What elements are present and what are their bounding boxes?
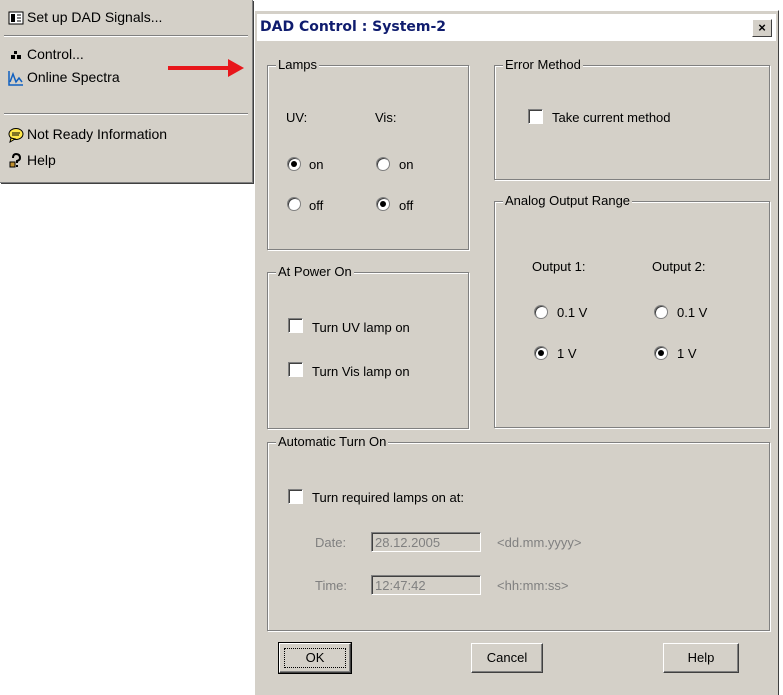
- at-power-on-group: At Power On Turn UV lamp on Turn Vis lam…: [267, 264, 469, 429]
- menu-item-label: Control...: [27, 46, 84, 62]
- automatic-turn-on-group-title: Automatic Turn On: [276, 434, 389, 450]
- vis-off-radio[interactable]: [376, 197, 390, 211]
- date-format-hint: <dd.mm.yyyy>: [497, 535, 582, 550]
- output2-1v-radio[interactable]: [654, 346, 668, 360]
- take-current-method-label[interactable]: Take current method: [552, 110, 671, 126]
- analog-output-range-group: Analog Output Range Output 1: Output 2: …: [494, 193, 770, 428]
- turn-required-lamps-label[interactable]: Turn required lamps on at:: [312, 490, 464, 506]
- turn-vis-lamp-on-label[interactable]: Turn Vis lamp on: [312, 364, 410, 380]
- lamps-group-title: Lamps: [276, 57, 320, 73]
- date-label: Date:: [315, 535, 347, 550]
- output1-label: Output 1:: [532, 259, 586, 274]
- uv-on-label[interactable]: on: [309, 157, 323, 173]
- menu-item-not-ready-information[interactable]: Not Ready Information: [8, 122, 167, 146]
- time-field[interactable]: 12:47:42: [371, 575, 481, 595]
- uv-off-radio[interactable]: [287, 197, 301, 211]
- help-button[interactable]: Help: [663, 643, 739, 673]
- dad-control-dialog: DAD Control : System-2 × Lamps UV: Vis: …: [254, 10, 779, 695]
- error-method-group-title: Error Method: [503, 57, 583, 73]
- output2-label: Output 2:: [652, 259, 706, 274]
- context-menu: Set up DAD Signals... Control... Online …: [0, 0, 253, 183]
- time-label: Time:: [315, 578, 348, 593]
- menu-item-help[interactable]: Help: [8, 148, 56, 172]
- menu-item-label: Help: [27, 152, 56, 168]
- ok-button[interactable]: OK: [278, 642, 352, 674]
- menu-item-online-spectra[interactable]: Online Spectra: [8, 65, 120, 89]
- output2-1v-label[interactable]: 1 V: [677, 346, 697, 362]
- turn-uv-lamp-on-label[interactable]: Turn UV lamp on: [312, 320, 410, 336]
- vis-on-radio[interactable]: [376, 157, 390, 171]
- vis-on-label[interactable]: on: [399, 157, 413, 173]
- dialog-title: DAD Control : System-2: [260, 19, 447, 35]
- cancel-button[interactable]: Cancel: [471, 643, 543, 673]
- output1-0.1v-radio[interactable]: [534, 305, 548, 319]
- menu-item-control[interactable]: Control...: [8, 42, 84, 66]
- dialog-titlebar[interactable]: DAD Control : System-2 ×: [257, 14, 776, 41]
- close-button[interactable]: ×: [752, 19, 772, 37]
- help-icon: [8, 152, 24, 168]
- take-current-method-checkbox[interactable]: [528, 109, 543, 124]
- date-field[interactable]: 28.12.2005: [371, 532, 481, 552]
- uv-label: UV:: [286, 110, 308, 125]
- uv-on-radio[interactable]: [287, 157, 301, 171]
- at-power-on-group-title: At Power On: [276, 264, 354, 280]
- time-format-hint: <hh:mm:ss>: [497, 578, 569, 593]
- turn-vis-lamp-on-checkbox[interactable]: [288, 362, 303, 377]
- menu-separator: [4, 35, 248, 37]
- output1-1v-radio[interactable]: [534, 346, 548, 360]
- menu-item-label: Not Ready Information: [27, 126, 168, 142]
- error-method-group: Error Method Take current method: [494, 57, 770, 180]
- time-value: 12:47:42: [375, 578, 426, 593]
- spectra-icon: [8, 69, 24, 86]
- turn-required-lamps-checkbox[interactable]: [288, 489, 303, 504]
- menu-item-label: Online Spectra: [27, 69, 120, 85]
- pointer-arrow-shaft: [168, 66, 230, 70]
- menu-item-label: Set up DAD Signals...: [27, 9, 163, 25]
- help-button-label: Help: [687, 650, 715, 665]
- output2-0.1v-radio[interactable]: [654, 305, 668, 319]
- ok-focus-rect: [284, 648, 346, 668]
- output2-0.1v-label[interactable]: 0.1 V: [677, 305, 707, 321]
- output1-0.1v-label[interactable]: 0.1 V: [557, 305, 587, 321]
- menu-separator: [4, 113, 248, 115]
- close-icon: ×: [758, 20, 766, 35]
- info-bubble-icon: [8, 126, 24, 144]
- output1-1v-label[interactable]: 1 V: [557, 346, 577, 362]
- automatic-turn-on-group: Automatic Turn On Turn required lamps on…: [267, 434, 770, 631]
- signals-icon: [8, 9, 24, 25]
- menu-item-setup-dad-signals[interactable]: Set up DAD Signals...: [8, 5, 162, 29]
- lamps-group: Lamps UV: Vis: on on off off: [267, 57, 469, 250]
- date-value: 28.12.2005: [375, 535, 441, 550]
- vis-label: Vis:: [375, 110, 397, 125]
- vis-off-label[interactable]: off: [399, 198, 413, 214]
- uv-off-label[interactable]: off: [309, 198, 323, 214]
- cancel-button-label: Cancel: [486, 650, 528, 665]
- turn-uv-lamp-on-checkbox[interactable]: [288, 318, 303, 333]
- control-icon: [8, 46, 24, 62]
- pointer-arrow-head: [228, 59, 244, 77]
- analog-output-range-group-title: Analog Output Range: [503, 193, 633, 209]
